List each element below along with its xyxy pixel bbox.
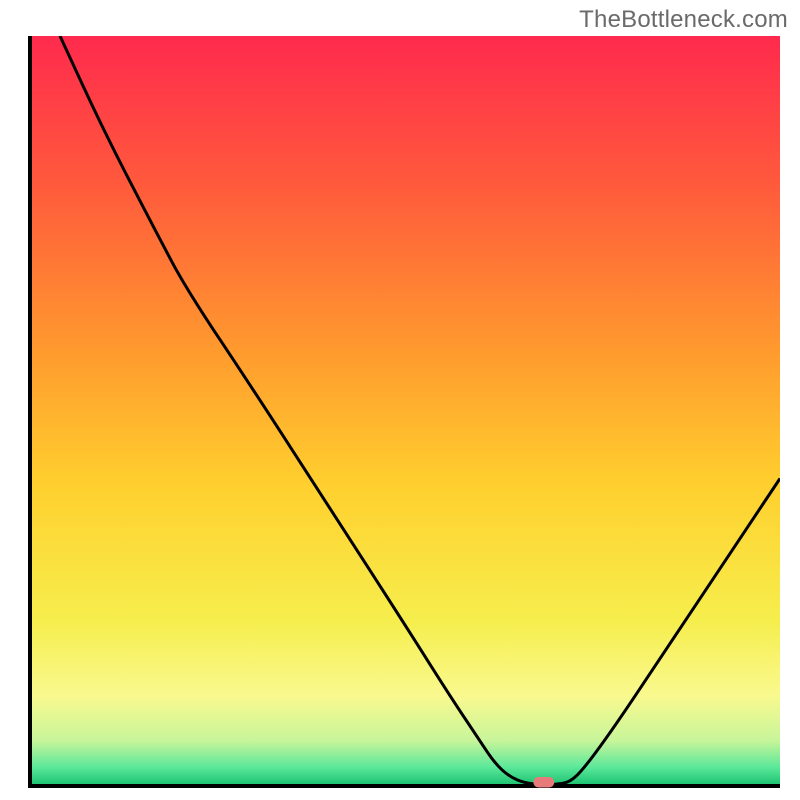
plot-area: [28, 36, 780, 788]
gradient-background: [30, 36, 780, 786]
chart-svg: [28, 36, 780, 788]
chart-frame: TheBottleneck.com: [0, 0, 800, 800]
optimal-marker: [533, 777, 554, 788]
watermark-text: TheBottleneck.com: [579, 6, 788, 34]
